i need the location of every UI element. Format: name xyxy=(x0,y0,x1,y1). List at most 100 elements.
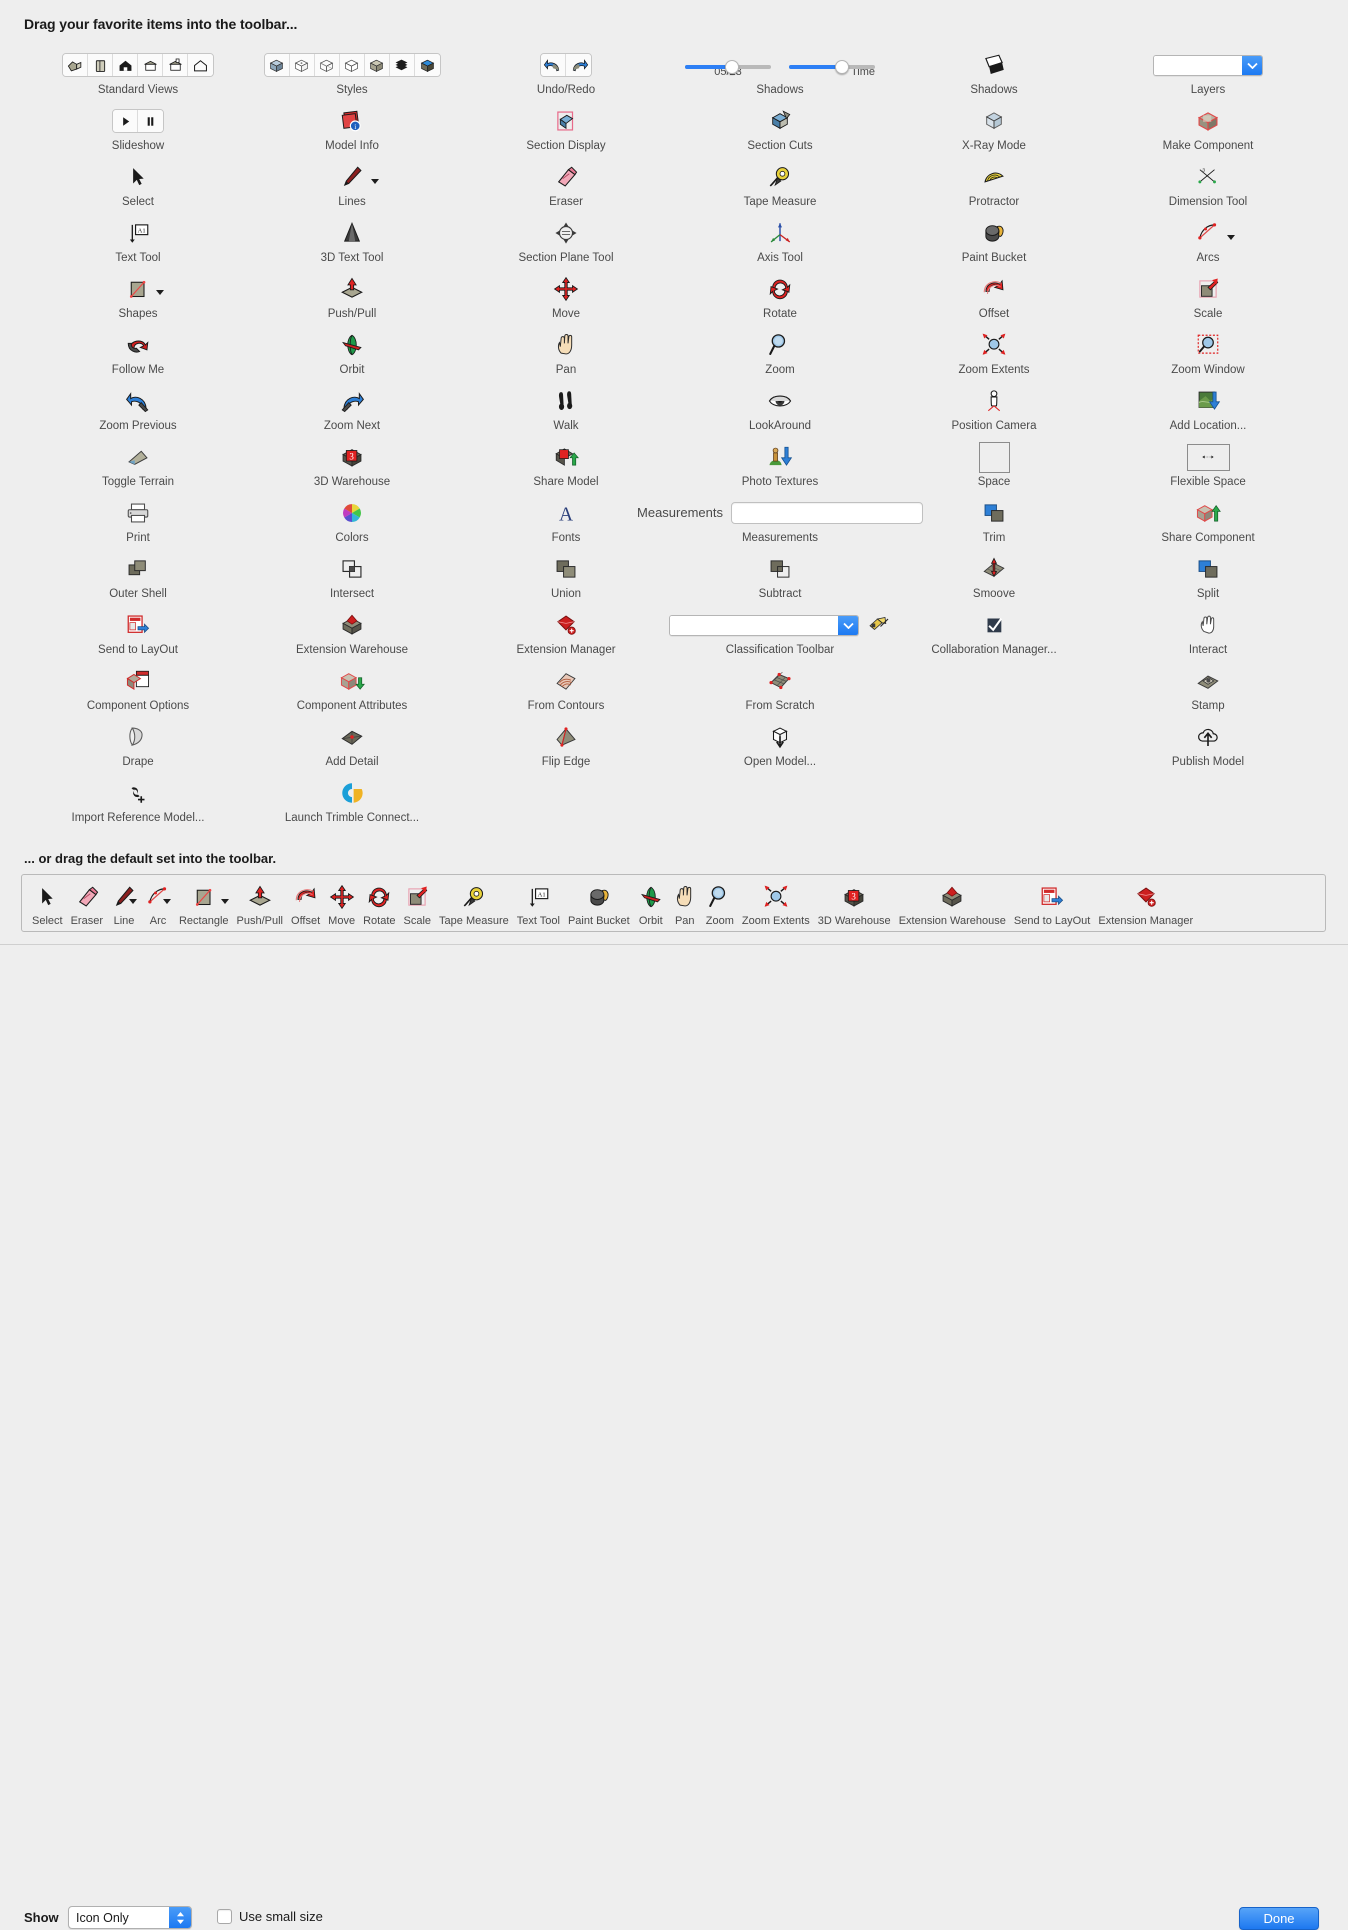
palette-item-eraser[interactable]: Eraser xyxy=(459,160,673,209)
palette-item-make-component[interactable]: Make Component xyxy=(1101,104,1315,153)
palette-item-follow-me[interactable]: Follow Me xyxy=(31,328,245,377)
palette-item-rotate[interactable]: Rotate xyxy=(673,272,887,321)
palette-item-lookaround[interactable]: LookAround xyxy=(673,384,887,433)
palette-item-push-pull[interactable]: Push/Pull xyxy=(245,272,459,321)
palette-item-zoom-next[interactable]: Zoom Next xyxy=(245,384,459,433)
stepper-chevrons-icon[interactable] xyxy=(169,1907,191,1928)
default-toolbar-set[interactable]: Select Eraser Line Arc Rectangle Push/Pull Off… xyxy=(21,874,1326,932)
default-item-push-pull[interactable]: Push/Pull xyxy=(233,882,287,927)
palette-item-position-camera[interactable]: Position Camera xyxy=(887,384,1101,433)
palette-item-zoom-previous[interactable]: Zoom Previous xyxy=(31,384,245,433)
palette-item-orbit[interactable]: Orbit xyxy=(245,328,459,377)
palette-item-offset[interactable]: Offset xyxy=(887,272,1101,321)
palette-item-collaboration-manager[interactable]: Collaboration Manager... xyxy=(887,608,1101,657)
palette-item-move[interactable]: Move xyxy=(459,272,673,321)
palette-item-add-detail[interactable]: Add Detail xyxy=(245,720,459,769)
default-item-tape-measure[interactable]: Tape Measure xyxy=(435,882,513,927)
palette-item-space[interactable]: Space xyxy=(887,440,1101,489)
palette-item-import-reference-model[interactable]: Import Reference Model... xyxy=(31,776,245,825)
palette-item-section-cuts[interactable]: Section Cuts xyxy=(673,104,887,153)
palette-item-add-location[interactable]: Add Location... xyxy=(1101,384,1315,433)
default-item-send-to-layout[interactable]: Send to LayOut xyxy=(1010,882,1094,927)
palette-item-publish-model[interactable]: Publish Model xyxy=(1101,720,1315,769)
palette-item-trim[interactable]: Trim xyxy=(887,496,1101,545)
palette-item-photo-textures[interactable]: Photo Textures xyxy=(673,440,887,489)
palette-item-3d-warehouse[interactable]: 3 3D Warehouse xyxy=(245,440,459,489)
show-mode-popup[interactable]: Icon Only xyxy=(68,1906,192,1929)
palette-item-flip-edge[interactable]: Flip Edge xyxy=(459,720,673,769)
palette-item-tape-measure[interactable]: Tape Measure xyxy=(673,160,887,209)
palette-item-paint-bucket[interactable]: Paint Bucket xyxy=(887,216,1101,265)
palette-item-scale[interactable]: Scale xyxy=(1101,272,1315,321)
default-item-extension-manager[interactable]: Extension Manager xyxy=(1094,882,1197,927)
default-item-pan[interactable]: Pan xyxy=(668,882,702,927)
chevron-down-icon[interactable] xyxy=(371,179,379,184)
palette-item-subtract[interactable]: Subtract xyxy=(673,552,887,601)
palette-item-toggle-terrain[interactable]: Toggle Terrain xyxy=(31,440,245,489)
palette-item-flexible-space[interactable]: Flexible Space xyxy=(1101,440,1315,489)
palette-item-union[interactable]: Union xyxy=(459,552,673,601)
default-item-eraser[interactable]: Eraser xyxy=(67,882,107,927)
default-item-scale[interactable]: Scale xyxy=(400,882,436,927)
palette-item-extension-manager[interactable]: Extension Manager xyxy=(459,608,673,657)
palette-item-share-component[interactable]: Share Component xyxy=(1101,496,1315,545)
default-item-line[interactable]: Line xyxy=(107,882,141,927)
palette-item-share-model[interactable]: Share Model xyxy=(459,440,673,489)
palette-item-3d-text-tool[interactable]: 3D Text Tool xyxy=(245,216,459,265)
palette-item-open-model[interactable]: Open Model... xyxy=(673,720,887,769)
palette-item-extension-warehouse[interactable]: Extension Warehouse xyxy=(245,608,459,657)
palette-item-measurements[interactable]: Measurements Measurements xyxy=(637,496,923,545)
palette-item-zoom-window[interactable]: Zoom Window xyxy=(1101,328,1315,377)
palette-item-slideshow[interactable]: Slideshow xyxy=(31,104,245,153)
chevron-down-icon[interactable] xyxy=(220,899,229,904)
palette-item-styles[interactable]: Styles xyxy=(245,48,459,97)
default-item-arc[interactable]: Arc xyxy=(141,882,175,927)
default-item-extension-warehouse[interactable]: Extension Warehouse xyxy=(895,882,1010,927)
palette-item-drape[interactable]: Drape xyxy=(31,720,245,769)
default-item-offset[interactable]: Offset xyxy=(287,882,324,927)
palette-item-pan[interactable]: Pan xyxy=(459,328,673,377)
palette-item-split[interactable]: Split xyxy=(1101,552,1315,601)
palette-item-standard-views[interactable]: Standard Views xyxy=(31,48,245,97)
use-small-size-checkbox[interactable] xyxy=(217,1909,232,1924)
default-item-move[interactable]: Move xyxy=(324,882,359,927)
use-small-size-row[interactable]: Use small size xyxy=(217,1909,323,1924)
palette-item-component-attributes[interactable]: Component Attributes xyxy=(245,664,459,713)
palette-item-dimension-tool[interactable]: 3 Dimension Tool xyxy=(1101,160,1315,209)
default-item-3d-warehouse[interactable]: 3 3D Warehouse xyxy=(814,882,895,927)
default-item-text-tool[interactable]: A1 Text Tool xyxy=(513,882,564,927)
palette-item-select[interactable]: Select xyxy=(31,160,245,209)
palette-item-lines[interactable]: Lines xyxy=(245,160,459,209)
palette-item-colors[interactable]: Colors xyxy=(245,496,459,545)
palette-item-axis-tool[interactable]: Axis Tool xyxy=(673,216,887,265)
palette-item-zoom[interactable]: Zoom xyxy=(673,328,887,377)
palette-item-from-contours[interactable]: From Contours xyxy=(459,664,673,713)
default-item-zoom[interactable]: Zoom xyxy=(702,882,738,927)
palette-item-x-ray-mode[interactable]: X-Ray Mode xyxy=(887,104,1101,153)
palette-item-intersect[interactable]: Intersect xyxy=(245,552,459,601)
chevron-down-icon[interactable] xyxy=(1227,235,1235,240)
palette-item-text-tool[interactable]: A1 Text Tool xyxy=(31,216,245,265)
palette-item-interact[interactable]: Interact xyxy=(1101,608,1315,657)
palette-item-print[interactable]: Print xyxy=(31,496,245,545)
default-item-rotate[interactable]: Rotate xyxy=(359,882,399,927)
palette-item-send-to-layout[interactable]: Send to LayOut xyxy=(31,608,245,657)
palette-item-model-info[interactable]: i Model Info xyxy=(245,104,459,153)
default-item-rectangle[interactable]: Rectangle xyxy=(175,882,233,927)
palette-item-walk[interactable]: Walk xyxy=(459,384,673,433)
chevron-down-icon[interactable] xyxy=(162,899,171,904)
palette-item-undo-redo[interactable]: Undo/Redo xyxy=(459,48,673,97)
palette-item-classification-toolbar[interactable]: Classification Toolbar xyxy=(669,608,889,657)
done-button[interactable]: Done xyxy=(1239,1907,1319,1930)
palette-item-protractor[interactable]: Protractor xyxy=(887,160,1101,209)
chevron-down-icon[interactable] xyxy=(128,899,137,904)
palette-item-outer-shell[interactable]: Outer Shell xyxy=(31,552,245,601)
palette-item-shadows[interactable]: 05/23Time Shadows xyxy=(673,48,887,97)
palette-item-zoom-extents[interactable]: Zoom Extents xyxy=(887,328,1101,377)
palette-item-shadows[interactable]: Shadows xyxy=(887,48,1101,97)
palette-item-shapes[interactable]: Shapes xyxy=(31,272,245,321)
chevron-down-icon[interactable] xyxy=(156,290,164,295)
palette-item-section-plane-tool[interactable]: Section Plane Tool xyxy=(459,216,673,265)
palette-item-layers[interactable]: Layers xyxy=(1101,48,1315,97)
default-item-select[interactable]: Select xyxy=(28,882,67,927)
